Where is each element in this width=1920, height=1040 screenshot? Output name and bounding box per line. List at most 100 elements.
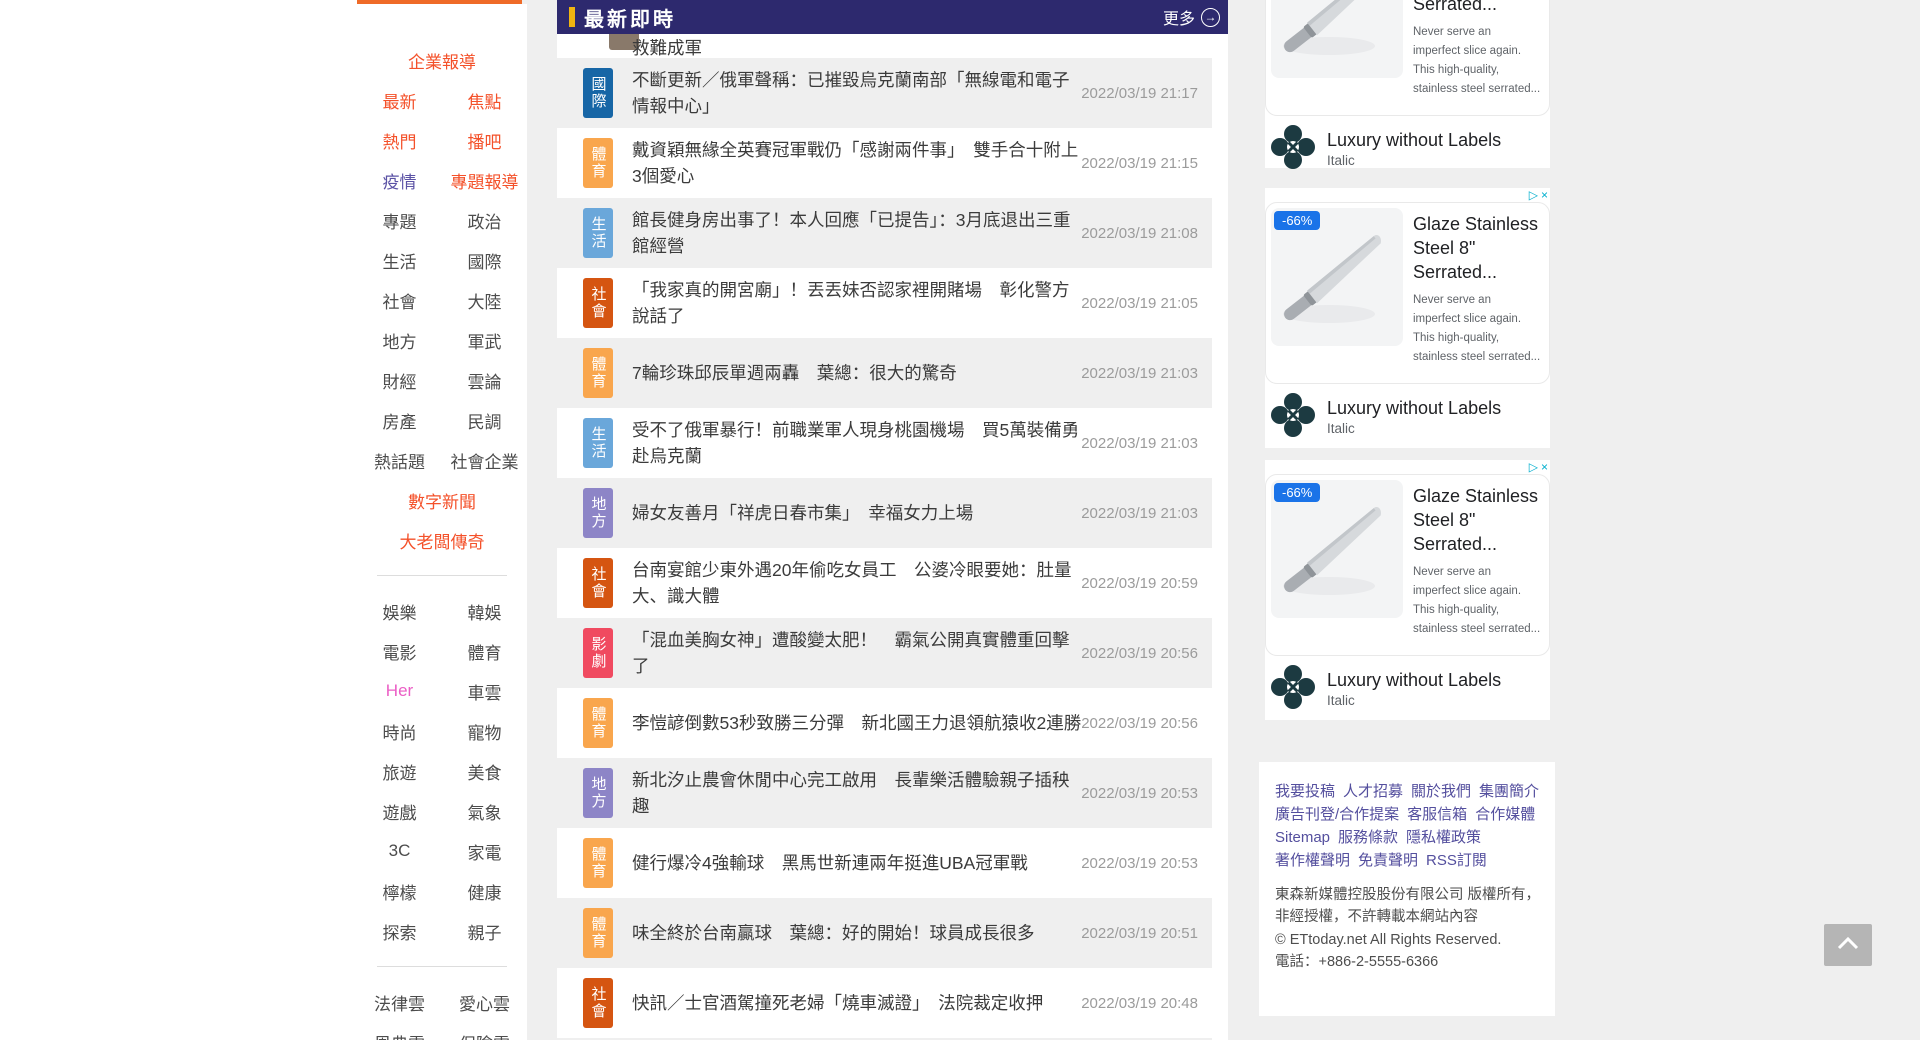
news-item[interactable]: 國際 不斷更新／俄軍聲稱：已摧毀烏克蘭南部「無線電和電子情報中心」 2022/0… <box>557 58 1212 128</box>
news-title[interactable]: 不斷更新／俄軍聲稱：已摧毀烏克蘭南部「無線電和電子情報中心」 <box>632 67 1081 119</box>
news-item[interactable]: 社會 「我家真的開宮廟」！丟丟妹否認家裡開賭場 彰化警方說話了 2022/03/… <box>557 268 1212 338</box>
sidebar-item-weather[interactable]: 氣象 <box>442 799 527 824</box>
footer-link-about[interactable]: 關於我們 <box>1411 784 1471 799</box>
sidebar-item-appliance[interactable]: 家電 <box>442 839 527 864</box>
ad-unit[interactable]: ▷ × -66% Glaze Stainless Steel 8" Serrat… <box>1265 0 1550 168</box>
news-item[interactable]: 體育 健行爆冷4強輸球 黑馬世新連兩年挺進UBA冠軍戰 2022/03/19 2… <box>557 828 1212 898</box>
sidebar-item-opinion[interactable]: 雲論 <box>442 368 527 393</box>
sidebar-item-pandemic[interactable]: 疫情 <box>357 168 442 193</box>
category-badge[interactable]: 體育 <box>583 348 613 398</box>
news-title[interactable]: 受不了俄軍暴行！前職業軍人現身桃園機場 買5萬裝備勇赴烏克蘭 <box>632 417 1081 469</box>
category-badge[interactable]: 體育 <box>583 838 613 888</box>
news-item[interactable]: 體育 戴資穎無緣全英賽冠軍戰仍「感謝兩件事」 雙手合十附上3個愛心 2022/0… <box>557 128 1212 198</box>
sidebar-item-politics[interactable]: 政治 <box>442 208 527 233</box>
sidebar-item-3c[interactable]: 3C <box>357 841 442 861</box>
footer-link-submit[interactable]: 我要投稿 <box>1275 784 1335 799</box>
sidebar-item-realestate[interactable]: 房產 <box>357 408 442 433</box>
sidebar-item-hot-topics[interactable]: 熱話題 <box>357 448 442 473</box>
sidebar-item-her[interactable]: Her <box>357 681 442 701</box>
news-title[interactable]: 新北汐止農會休閒中心完工啟用 長輩樂活體驗親子插秧趣 <box>632 767 1081 819</box>
ad-unit[interactable]: ▷ × -66% Glaze Stainless Steel 8" Serrat… <box>1265 188 1550 448</box>
sidebar-item-special-report[interactable]: 專題報導 <box>442 168 527 193</box>
category-badge[interactable]: 社會 <box>583 978 613 1028</box>
sidebar-item-explore[interactable]: 探索 <box>357 919 442 944</box>
sidebar-item-tycoon-legend[interactable]: 大老闆傳奇 <box>400 528 485 553</box>
news-title[interactable]: 7輪珍珠邱辰單週兩轟 葉總：很大的驚奇 <box>632 360 1081 386</box>
category-badge[interactable]: 體育 <box>583 698 613 748</box>
news-item[interactable]: 生活 館長健身房出事了！本人回應「已提告」：3月底退出三重館經營 2022/03… <box>557 198 1212 268</box>
news-item[interactable]: 社會 台南宴館少東外遇20年偷吃女員工 公婆冷眼要她：肚量大、識大體 2022/… <box>557 548 1212 618</box>
ad-card[interactable]: -66% Glaze Stainless Steel 8" Serrated..… <box>1265 202 1550 384</box>
advertiser-row[interactable]: Luxury without Labels Italic <box>1265 664 1550 714</box>
footer-link-terms[interactable]: 服務條款 <box>1338 830 1398 845</box>
sidebar-item-lemon[interactable]: 檸檬 <box>357 879 442 904</box>
news-item-partial[interactable]: 救難成軍 <box>557 34 1212 58</box>
news-title[interactable]: 「混血美胸女神」遭酸變太肥！ 霸氣公開真實體重回擊了 <box>632 627 1081 679</box>
sidebar-item-insurance-cloud[interactable]: 保險雲 <box>442 1030 527 1040</box>
news-title[interactable]: 館長健身房出事了！本人回應「已提告」：3月底退出三重館經營 <box>632 207 1081 259</box>
news-item[interactable]: 生活 受不了俄軍暴行！前職業軍人現身桃園機場 買5萬裝備勇赴烏克蘭 2022/0… <box>557 408 1212 478</box>
sidebar-item-china[interactable]: 大陸 <box>442 288 527 313</box>
sidebar-item-poll[interactable]: 民調 <box>442 408 527 433</box>
sidebar-item-car[interactable]: 車雲 <box>442 679 527 704</box>
news-item[interactable]: 體育 李愷諺倒數53秒致勝三分彈 新北國王力退領航猿收2連勝 2022/03/1… <box>557 688 1212 758</box>
news-title[interactable]: 味全終於台南贏球 葉總：好的開始！球員成長很多 <box>632 920 1081 946</box>
ad-unit[interactable]: ▷ × -66% Glaze Stainless Steel 8" Serrat… <box>1265 460 1550 720</box>
sidebar-item-focus[interactable]: 焦點 <box>442 88 527 113</box>
footer-link-copyright-statement[interactable]: 著作權聲明 <box>1275 853 1350 868</box>
footer-link-sitemap[interactable]: Sitemap <box>1275 830 1330 845</box>
news-title[interactable]: 婦女友善月「祥虎日春市集」 幸福女力上場 <box>632 500 1081 526</box>
news-item[interactable]: 影劇 「混血美胸女神」遭酸變太肥！ 霸氣公開真實體重回擊了 2022/03/19… <box>557 618 1212 688</box>
footer-link-group-intro[interactable]: 集團簡介 <box>1479 784 1539 799</box>
category-badge[interactable]: 體育 <box>583 138 613 188</box>
category-badge[interactable]: 地方 <box>583 768 613 818</box>
footer-link-disclaimer[interactable]: 免責聲明 <box>1358 853 1418 868</box>
sidebar-item-latest[interactable]: 最新 <box>357 88 442 113</box>
news-title[interactable]: 「我家真的開宮廟」！丟丟妹否認家裡開賭場 彰化警方說話了 <box>632 277 1081 329</box>
news-title[interactable]: 李愷諺倒數53秒致勝三分彈 新北國王力退領航猿收2連勝 <box>632 710 1081 736</box>
sidebar-item-society[interactable]: 社會 <box>357 288 442 313</box>
category-badge[interactable]: 國際 <box>583 68 613 118</box>
news-item[interactable]: 社會 快訊／士官酒駕撞死老婦「燒車滅證」 法院裁定收押 2022/03/19 2… <box>557 968 1212 1038</box>
category-badge[interactable]: 體育 <box>583 908 613 958</box>
sidebar-item-digital-news[interactable]: 數字新聞 <box>408 488 476 513</box>
sidebar-item-sports[interactable]: 體育 <box>442 639 527 664</box>
sidebar-item-law-cloud[interactable]: 法律雲 <box>357 990 442 1015</box>
sidebar-item-grace-cloud[interactable]: 恩典雲 <box>357 1030 442 1040</box>
sidebar-item-finance[interactable]: 財經 <box>357 368 442 393</box>
news-item[interactable]: 體育 味全終於台南贏球 葉總：好的開始！球員成長很多 2022/03/19 20… <box>557 898 1212 968</box>
sidebar-item-games[interactable]: 遊戲 <box>357 799 442 824</box>
footer-link-media-partners[interactable]: 合作媒體 <box>1475 807 1535 822</box>
footer-link-jobs[interactable]: 人才招募 <box>1343 784 1403 799</box>
sidebar-item-health[interactable]: 健康 <box>442 879 527 904</box>
sidebar-item-movies[interactable]: 電影 <box>357 639 442 664</box>
adchoices-icon[interactable]: ▷ <box>1529 189 1538 201</box>
sidebar-item-topics[interactable]: 專題 <box>357 208 442 233</box>
sidebar-item-travel[interactable]: 旅遊 <box>357 759 442 784</box>
sidebar-item-entertainment[interactable]: 娛樂 <box>357 599 442 624</box>
advertiser-row[interactable]: Luxury without Labels Italic <box>1265 124 1550 174</box>
footer-link-rss[interactable]: RSS訂閱 <box>1426 853 1487 868</box>
adchoices-icon[interactable]: ▷ <box>1529 461 1538 473</box>
category-badge[interactable]: 地方 <box>583 488 613 538</box>
news-item[interactable]: 地方 婦女友善月「祥虎日春市集」 幸福女力上場 2022/03/19 21:03 <box>557 478 1212 548</box>
ad-close-icon[interactable]: × <box>1541 189 1548 201</box>
sidebar-item-kpop[interactable]: 韓娛 <box>442 599 527 624</box>
category-badge[interactable]: 社會 <box>583 558 613 608</box>
advertiser-row[interactable]: Luxury without Labels Italic <box>1265 392 1550 442</box>
ad-card[interactable]: -66% Glaze Stainless Steel 8" Serrated..… <box>1265 0 1550 116</box>
sidebar-item-social-enterprise[interactable]: 社會企業 <box>442 448 527 473</box>
sidebar-item-military[interactable]: 軍武 <box>442 328 527 353</box>
more-link[interactable]: 更多 → <box>1163 5 1220 29</box>
sidebar-item-fashion[interactable]: 時尚 <box>357 719 442 744</box>
news-title[interactable]: 快訊／士官酒駕撞死老婦「燒車滅證」 法院裁定收押 <box>632 990 1081 1016</box>
category-badge[interactable]: 生活 <box>583 418 613 468</box>
category-badge[interactable]: 社會 <box>583 278 613 328</box>
sidebar-item-hot[interactable]: 熱門 <box>357 128 442 153</box>
sidebar-item-life[interactable]: 生活 <box>357 248 442 273</box>
ad-close-icon[interactable]: × <box>1541 461 1548 473</box>
news-title[interactable]: 戴資穎無緣全英賽冠軍戰仍「感謝兩件事」 雙手合十附上3個愛心 <box>632 137 1081 189</box>
footer-link-advertising[interactable]: 廣告刊登/合作提案 <box>1275 807 1399 822</box>
sidebar-item-boba[interactable]: 播吧 <box>442 128 527 153</box>
news-title[interactable]: 健行爆冷4強輸球 黑馬世新連兩年挺進UBA冠軍戰 <box>632 850 1081 876</box>
